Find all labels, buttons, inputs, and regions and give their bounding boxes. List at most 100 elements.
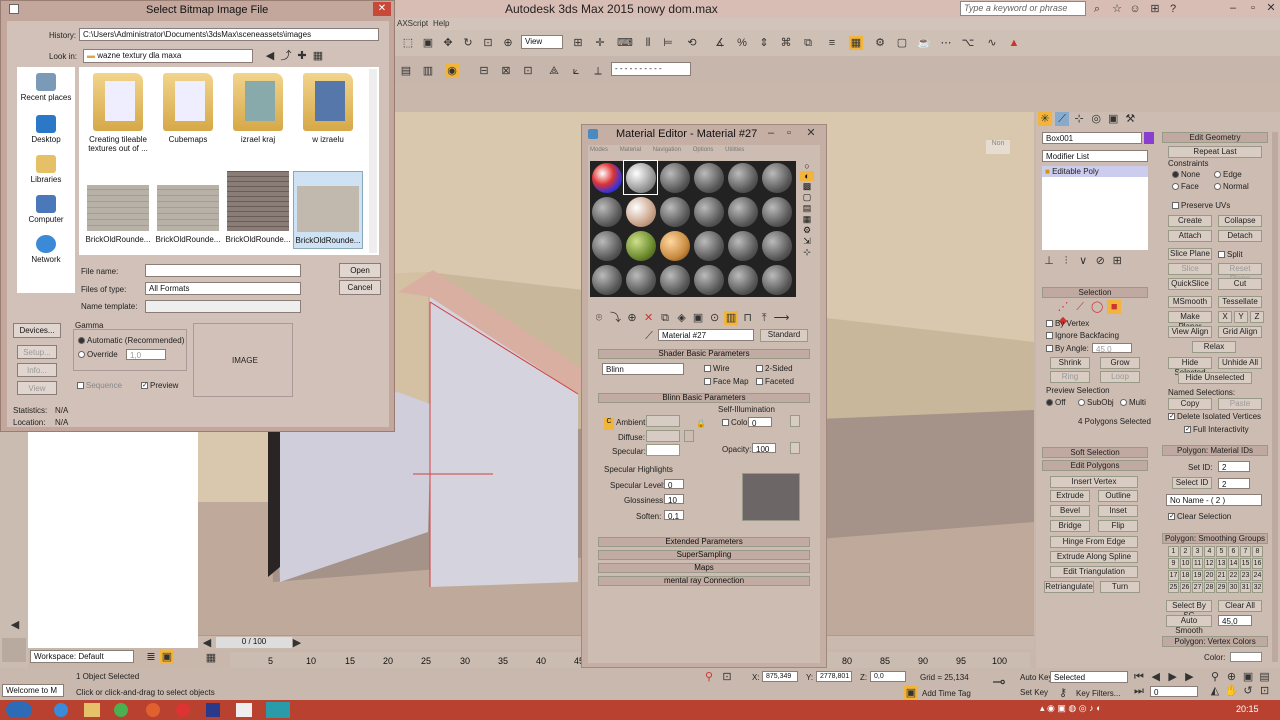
smoothing-group-button[interactable]: 13 <box>1216 558 1227 569</box>
opacity-spinner[interactable]: 100 <box>752 443 776 454</box>
constraint-edge-radio[interactable]: Edge <box>1214 170 1242 179</box>
place-libraries[interactable]: Libraries <box>17 155 75 184</box>
smoothing-group-button[interactable]: 19 <box>1192 570 1203 581</box>
go-to-end-icon[interactable]: ⏭ <box>1132 684 1146 698</box>
history-dropdown[interactable]: C:\Users\Administrator\Documents\3dsMax\… <box>79 28 379 41</box>
layer-icon[interactable]: ≡ <box>825 36 839 50</box>
ignore-backfacing-checkbox[interactable]: Ignore Backfacing <box>1046 331 1119 340</box>
utilities-tab-icon[interactable]: ⚒ <box>1123 112 1137 126</box>
remove-modifier-icon[interactable]: ⊘ <box>1093 254 1107 268</box>
smoothing-group-button[interactable]: 6 <box>1228 546 1239 557</box>
turn-button[interactable]: Turn <box>1100 581 1140 593</box>
split-checkbox[interactable]: Split <box>1218 250 1243 259</box>
clear-all-button[interactable]: Clear All <box>1218 600 1262 612</box>
uv-tiling-icon[interactable]: ▢ <box>800 192 814 203</box>
hinge-from-edge-button[interactable]: Hinge From Edge <box>1050 536 1138 548</box>
layer-manager-icon[interactable]: ▥ <box>421 64 435 78</box>
background-icon[interactable]: ▩ <box>800 181 814 192</box>
motion-tab-icon[interactable]: ◎ <box>1089 112 1103 126</box>
cut-button[interactable]: Cut <box>1218 278 1262 290</box>
material-slot[interactable] <box>658 161 691 194</box>
material-slot[interactable] <box>726 161 759 194</box>
place-icon[interactable]: ⊕ <box>501 36 515 50</box>
chrome-icon[interactable] <box>114 703 128 717</box>
material-slot[interactable] <box>726 229 759 262</box>
material-slot[interactable] <box>590 229 623 262</box>
key-filter-icon[interactable]: ⚷ <box>1056 686 1070 700</box>
maps-rollout[interactable]: Maps <box>598 563 810 573</box>
repeat-last-button[interactable]: Repeat Last <box>1168 146 1262 158</box>
layers-icon[interactable]: ≣ <box>144 650 158 664</box>
sample-type-icon[interactable]: ○ <box>800 161 814 171</box>
by-angle-spinner[interactable]: 45,0 <box>1092 343 1132 354</box>
edge-icon[interactable]: ⟋ <box>1073 300 1087 314</box>
blinn-basic-rollout[interactable]: Blinn Basic Parameters <box>598 393 810 403</box>
smoothing-group-button[interactable]: 29 <box>1216 582 1227 593</box>
move-icon[interactable]: ✥ <box>441 36 455 50</box>
display-tab-icon[interactable]: ▣ <box>1106 112 1120 126</box>
smoothing-group-button[interactable]: 24 <box>1252 570 1263 581</box>
insert-vertex-button[interactable]: Insert Vertex <box>1050 476 1138 488</box>
next-key-icon[interactable]: ▶ <box>1182 670 1196 684</box>
put-to-library-icon[interactable]: ▣ <box>691 311 705 325</box>
menu-axscript[interactable]: AXScript <box>397 19 428 28</box>
unhide-all-button[interactable]: Unhide All <box>1218 357 1262 369</box>
shader-basic-rollout[interactable]: Shader Basic Parameters <box>598 349 810 359</box>
gamma-auto-option[interactable]: Automatic (Recommended) <box>78 336 184 345</box>
filetype-dropdown[interactable]: All Formats <box>145 282 301 295</box>
material-slot[interactable] <box>590 263 623 296</box>
lock-icon[interactable]: 🔒 <box>696 419 706 428</box>
close-icon[interactable]: ✕ <box>1264 1 1278 15</box>
file-item-selected[interactable]: BrickOldRounde... <box>293 171 363 249</box>
grow-button[interactable]: Grow <box>1100 357 1140 369</box>
smoothing-group-button[interactable]: 2 <box>1180 546 1191 557</box>
specular-level-spinner[interactable]: 0 <box>664 479 684 490</box>
smoothing-group-button[interactable]: 12 <box>1204 558 1215 569</box>
options-icon[interactable]: ⚙ <box>800 225 814 236</box>
restore-icon[interactable]: ▫ <box>1246 1 1260 15</box>
file-item[interactable]: BrickOldRounde... <box>223 171 293 244</box>
zoom-icon[interactable]: ⚲ <box>1208 670 1222 684</box>
create-tab-icon[interactable]: ✳ <box>1038 112 1052 126</box>
search-input[interactable]: Type a keyword or phrase <box>960 1 1086 16</box>
glossiness-spinner[interactable]: 10 <box>664 494 684 505</box>
material-slot[interactable] <box>590 161 623 194</box>
file-item[interactable]: Cubemaps <box>153 73 223 144</box>
make-preview-icon[interactable]: ▦ <box>800 214 814 225</box>
shrink-button[interactable]: Shrink <box>1050 357 1090 369</box>
3dsmax-taskbar-icon[interactable] <box>266 702 290 718</box>
cancel-button[interactable]: Cancel <box>339 280 381 295</box>
object-name-input[interactable]: Box001 <box>1042 132 1142 144</box>
material-name-dropdown[interactable]: No Name - ( 2 ) <box>1166 494 1262 506</box>
go-forward-sibling-icon[interactable]: ⟶ <box>774 311 790 325</box>
vertex-color-swatch[interactable] <box>1230 652 1262 662</box>
object-color-swatch[interactable] <box>1144 132 1154 144</box>
smoothing-group-button[interactable]: 17 <box>1168 570 1179 581</box>
dope-sheet-icon[interactable]: ⊡ <box>521 64 535 78</box>
hide-selected-button[interactable]: Hide Selected <box>1168 357 1212 377</box>
tessellate-button[interactable]: Tessellate <box>1218 296 1262 308</box>
soft-selection-rollout[interactable]: Soft Selection <box>1042 447 1148 458</box>
loop-button[interactable]: Loop <box>1100 371 1140 383</box>
diffuse-swatch[interactable] <box>646 430 680 442</box>
specular-swatch[interactable] <box>646 444 680 456</box>
supersampling-rollout[interactable]: SuperSampling <box>598 550 810 560</box>
smoothing-group-button[interactable]: 7 <box>1240 546 1251 557</box>
make-unique-icon[interactable]: ∨ <box>1076 254 1090 268</box>
flip-button[interactable]: Flip <box>1098 520 1138 532</box>
reset-map-icon[interactable]: ✕ <box>642 311 656 325</box>
viewcube[interactable]: Non <box>986 140 1010 154</box>
graph-editor-icon[interactable]: ⋯ <box>939 36 953 50</box>
track-view-icon[interactable]: ⊠ <box>499 64 513 78</box>
menu-options[interactable]: Options <box>693 147 714 153</box>
ie-icon[interactable] <box>54 703 68 717</box>
diffuse-map-button[interactable] <box>684 430 694 442</box>
menu-navigation[interactable]: Navigation <box>653 147 681 153</box>
preview-checkbox[interactable]: ✓ Preview <box>141 381 178 390</box>
auto-smooth-button[interactable]: Auto Smooth <box>1166 615 1212 635</box>
select-by-sg-button[interactable]: Select By SG <box>1166 600 1212 620</box>
planar-y-button[interactable]: Y <box>1234 311 1248 323</box>
modifier-list-dropdown[interactable]: Modifier List <box>1042 150 1148 162</box>
face-map-checkbox[interactable]: Face Map <box>704 377 749 386</box>
mated-close-icon[interactable]: ✕ <box>804 126 818 140</box>
